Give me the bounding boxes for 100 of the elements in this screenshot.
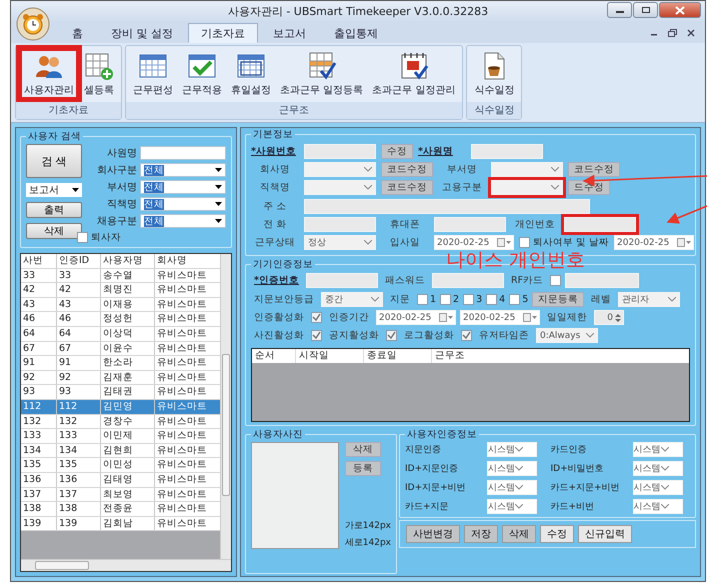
dropdown[interactable]: 시스템	[632, 460, 682, 476]
ribbon-tab[interactable]: 장비 및 설정	[98, 23, 186, 43]
dropdown[interactable]	[491, 162, 563, 177]
ribbon-tab[interactable]: 홈	[59, 23, 96, 43]
field-label: 직책명	[259, 181, 291, 194]
date-field[interactable]: 2020-02-25	[460, 310, 540, 326]
column-header[interactable]: 인증ID	[57, 254, 101, 268]
checkbox[interactable]	[311, 330, 322, 342]
table-row[interactable]: 43 43 이재용 유비스마트	[21, 298, 220, 312]
table-row[interactable]: 134 134 김현희 유비스마트	[21, 444, 220, 458]
table-cell: 132	[57, 414, 101, 428]
calendar-icon[interactable]	[523, 313, 537, 322]
date-field[interactable]: 2020-02-25	[614, 235, 694, 250]
column-header[interactable]: 사용자명	[101, 254, 155, 268]
checkbox[interactable]	[386, 330, 397, 342]
table-row[interactable]: 133 133 이민제 유비스마트	[21, 429, 220, 444]
table-row[interactable]: 67 67 이윤수 유비스마트	[21, 342, 220, 356]
table-row[interactable]: 93 93 김태권 유비스마트	[21, 385, 220, 400]
table-row[interactable]: 91 91 한소라 유비스마트	[21, 356, 220, 371]
ribbon-button[interactable]: 초과근무 일정관리	[368, 48, 460, 100]
search-button[interactable]: 검 색	[26, 144, 82, 178]
ribbon-button[interactable]: 사용자관리	[19, 48, 79, 100]
dropdown[interactable]: 시스템	[632, 442, 682, 457]
report-dropdown[interactable]: 보고서	[26, 183, 82, 197]
ribbon-button[interactable]: 근무편성	[129, 48, 177, 100]
checkbox[interactable]	[77, 232, 88, 243]
checkbox[interactable]	[486, 294, 498, 305]
action-button[interactable]: 신규입력	[578, 524, 632, 543]
table-row[interactable]: 112 112 김민영 유비스마트	[21, 400, 220, 415]
checkbox[interactable]	[509, 294, 520, 305]
table-row[interactable]: 137 137 최보영 유비스마트	[21, 488, 220, 502]
column-header[interactable]: 회사명	[155, 254, 220, 268]
dropdown[interactable]: 시스템	[632, 480, 682, 495]
scrollbar[interactable]	[21, 559, 231, 571]
delete-button[interactable]: 삭제	[26, 223, 82, 239]
table-row[interactable]: 46 46 정성헌 유비스마트	[21, 312, 220, 327]
caret-icon	[668, 296, 676, 302]
dropdown[interactable]: 전체	[140, 197, 226, 211]
calendar-icon[interactable]	[497, 238, 511, 248]
dropdown[interactable]: 전체	[140, 214, 226, 228]
checkbox[interactable]	[417, 294, 428, 305]
date-field[interactable]: 2020-02-25	[434, 235, 514, 250]
ribbon-tab[interactable]: 기초자료	[188, 23, 258, 43]
dropdown[interactable]	[304, 180, 376, 196]
checkbox[interactable]	[550, 275, 562, 286]
dropdown[interactable]: 시스템	[487, 480, 537, 495]
checkbox[interactable]	[461, 330, 472, 342]
calendar-icon[interactable]	[439, 313, 453, 322]
dropdown[interactable]: 시스템	[487, 442, 537, 457]
dropdown[interactable]: 0:Always	[536, 328, 598, 344]
dropdown[interactable]: 전체	[140, 163, 226, 177]
ribbon-tab[interactable]: 보고서	[260, 23, 319, 43]
input-field[interactable]	[140, 146, 226, 160]
table-row[interactable]: 42 42 최명진 유비스마트	[21, 283, 220, 298]
number-field[interactable]: 0	[594, 310, 624, 326]
table-row[interactable]: 136 136 김태영 유비스마트	[21, 472, 220, 488]
group-title: 사용자 검색	[27, 130, 82, 143]
table-row[interactable]: 132 132 경창수 유비스마트	[21, 414, 220, 430]
table-row[interactable]: 92 92 김재훈 유비스마트	[21, 370, 220, 386]
spin-arrows-icon[interactable]	[615, 312, 621, 323]
dropdown[interactable]: 시스템	[632, 498, 682, 514]
ribbon-button[interactable]: 셀등록	[80, 48, 118, 100]
table-row[interactable]: 64 64 이상덕 유비스마트	[21, 326, 220, 342]
checkbox[interactable]	[519, 237, 530, 248]
close-icon[interactable]	[687, 28, 695, 36]
table-row[interactable]: 33 33 송수열 유비스마트	[21, 268, 220, 284]
ribbon-button[interactable]: 식수일정	[470, 48, 518, 100]
column-header[interactable]: 종료일	[364, 348, 432, 363]
date-field[interactable]: 2020-02-25	[376, 310, 456, 326]
dropdown[interactable]	[304, 162, 376, 177]
checkbox[interactable]	[440, 294, 452, 305]
ribbon-tab[interactable]: 출입통제	[321, 23, 391, 43]
restore-icon[interactable]	[668, 28, 677, 36]
dropdown[interactable]: 관리자	[618, 292, 680, 307]
close-button[interactable]	[659, 2, 701, 18]
checkbox[interactable]	[463, 294, 474, 305]
print-button[interactable]: 출력	[26, 202, 82, 218]
table-row[interactable]: 138 138 전종윤 유비스마트	[21, 502, 220, 517]
minimize-button[interactable]	[607, 2, 632, 18]
dropdown[interactable]	[491, 180, 563, 196]
dropdown[interactable]: 전체	[140, 180, 226, 194]
column-header[interactable]: 근무조	[432, 348, 492, 363]
column-header[interactable]: 순서	[252, 348, 296, 363]
column-header[interactable]: 사번	[21, 254, 57, 268]
ribbon-button[interactable]: 초과근무 일정등록	[276, 48, 368, 100]
dropdown[interactable]: 시스템	[487, 460, 537, 476]
table-row[interactable]: 135 135 이민성 유비스마트	[21, 458, 220, 473]
table-row[interactable]: 139 139 김회남 유비스마트	[21, 516, 220, 532]
action-button[interactable]: 수정	[540, 524, 574, 543]
checkbox[interactable]	[311, 312, 322, 324]
dropdown[interactable]: 정상	[304, 235, 376, 250]
dropdown[interactable]: 중간	[321, 292, 383, 307]
ribbon-button[interactable]: 휴일설정	[227, 48, 275, 100]
maximize-button[interactable]	[633, 2, 658, 18]
scrollbar[interactable]	[220, 254, 231, 559]
dropdown[interactable]: 시스템	[487, 498, 537, 514]
column-header[interactable]: 시작일	[296, 348, 364, 363]
grid-check-icon	[306, 51, 337, 81]
calendar-icon[interactable]	[677, 238, 692, 248]
ribbon-button[interactable]: 근무적용	[178, 48, 226, 100]
